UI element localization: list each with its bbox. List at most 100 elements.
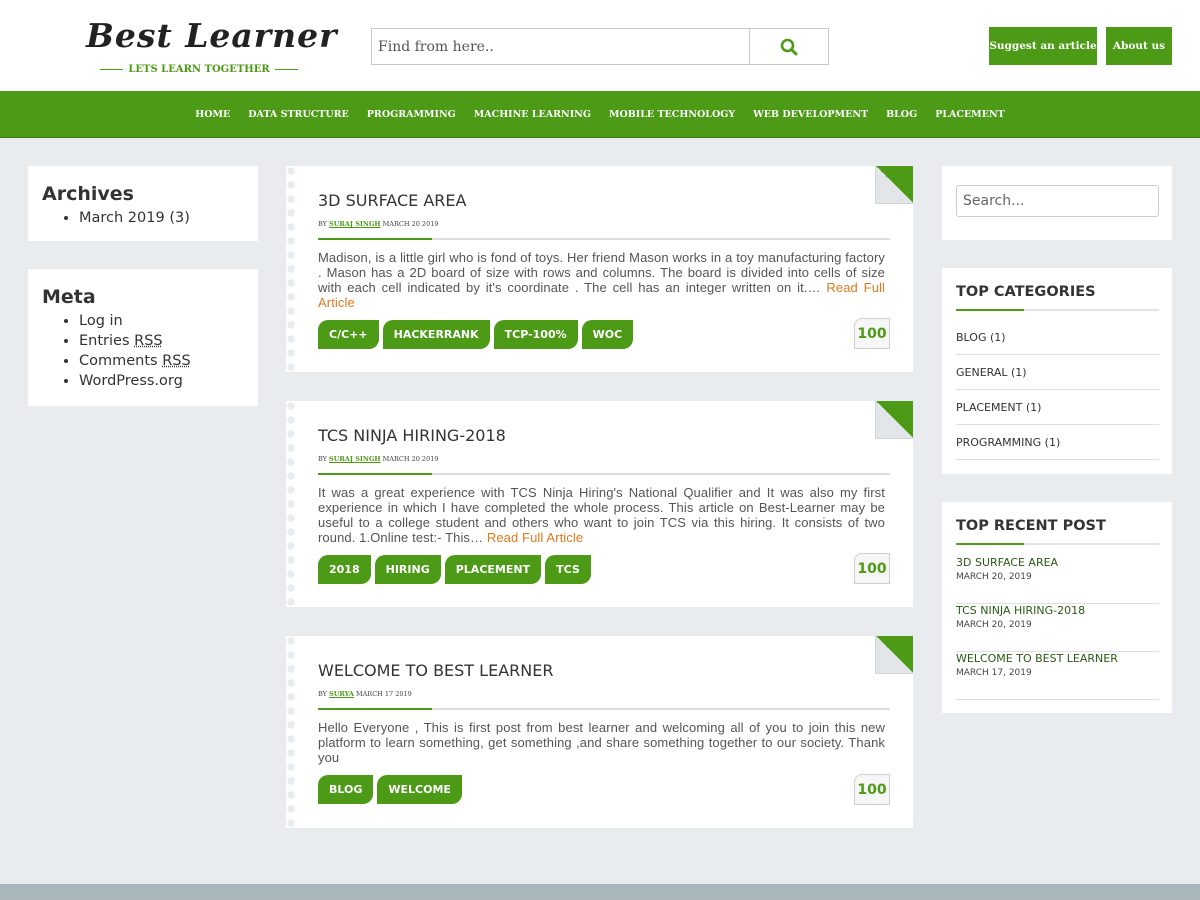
- post-divider: [318, 473, 890, 475]
- rss-abbr: RSS: [162, 353, 191, 369]
- entries-rss-link[interactable]: Entries RSS: [79, 333, 163, 349]
- site-logo[interactable]: Best Learner LETS LEARN TOGETHER: [86, 14, 338, 75]
- about-us-button[interactable]: About us: [1106, 27, 1172, 65]
- post-card: TCS NINJA HIRING-2018 BY SURAJ SINGH MAR…: [286, 401, 913, 607]
- category-item[interactable]: PROGRAMMING (1): [956, 425, 1159, 460]
- post-divider: [318, 708, 890, 710]
- comments-rss-link[interactable]: Comments RSS: [79, 353, 191, 369]
- nav-item-data-structure[interactable]: DATA STRUCTURE: [239, 109, 357, 120]
- read-more-link[interactable]: Read Full Article: [487, 530, 583, 545]
- top-categories-title: TOP CATEGORIES: [956, 284, 1096, 300]
- widget-divider: [956, 543, 1159, 545]
- widget-divider: [956, 309, 1159, 311]
- footer-bar: [0, 884, 1200, 900]
- recent-post-item[interactable]: TCS NINJA HIRING-2018 MARCH 20, 2019: [956, 604, 1159, 652]
- sidebar-search-widget: [942, 166, 1172, 240]
- post-author[interactable]: SURYA: [329, 690, 354, 698]
- post-excerpt-text: Hello Everyone , This is first post from…: [318, 720, 885, 765]
- category-label: GENERAL (1): [956, 366, 1027, 379]
- tag-button[interactable]: BLOG: [318, 775, 374, 804]
- notebook-holes: [286, 401, 296, 607]
- corner-fold-icon: [875, 401, 913, 439]
- post-by: BY: [318, 690, 327, 698]
- tag-button[interactable]: HIRING: [374, 555, 441, 584]
- post-card: WELCOME TO BEST LEARNER BY SURYA MARCH 1…: [286, 636, 913, 828]
- comments-label: Comments: [79, 353, 163, 369]
- post-title[interactable]: WELCOME TO BEST LEARNER: [318, 661, 553, 680]
- notebook-holes: [286, 166, 296, 372]
- entries-label: Entries: [79, 333, 135, 349]
- top-recent-title: TOP RECENT POST: [956, 518, 1106, 534]
- post-score-badge: 100: [854, 318, 890, 349]
- post-score-badge: 100: [854, 553, 890, 584]
- meta-widget: Meta Log in Entries RSS Comments RSS Wor…: [28, 269, 258, 406]
- tag-button[interactable]: TCS: [545, 555, 591, 584]
- post-date: MARCH 17 2019: [355, 690, 412, 698]
- category-item[interactable]: GENERAL (1): [956, 355, 1159, 390]
- post-excerpt-text: It was a great experience with TCS Ninja…: [318, 485, 885, 545]
- nav-item-blog[interactable]: BLOG: [877, 109, 926, 120]
- wordpress-link[interactable]: WordPress.org: [79, 373, 183, 389]
- category-item[interactable]: PLACEMENT (1): [956, 390, 1159, 425]
- post-tags: C/C++ HACKERRANK TCP-100% WOC: [318, 320, 634, 349]
- post-title[interactable]: 3D SURFACE AREA: [318, 191, 466, 210]
- tag-button[interactable]: WELCOME: [377, 775, 462, 804]
- post-excerpt: Hello Everyone , This is first post from…: [318, 720, 885, 765]
- tag-button[interactable]: HACKERRANK: [382, 320, 490, 349]
- nav-item-programming[interactable]: PROGRAMMING: [358, 109, 465, 120]
- archive-link[interactable]: March 2019 (3): [79, 210, 190, 226]
- recent-post-date: MARCH 20, 2019: [956, 572, 1032, 582]
- post-meta: BY SURAJ SINGH MARCH 20 2019: [318, 220, 438, 228]
- category-label: BLOG (1): [956, 331, 1006, 344]
- nav-item-mobile-technology[interactable]: MOBILE TECHNOLOGY: [600, 109, 744, 120]
- corner-fold-icon: [875, 166, 913, 204]
- recent-post-item[interactable]: WELCOME TO BEST LEARNER MARCH 17, 2019: [956, 652, 1159, 700]
- top-categories-widget: TOP CATEGORIES BLOG (1) GENERAL (1) PLAC…: [942, 268, 1172, 474]
- tag-button[interactable]: PLACEMENT: [444, 555, 542, 584]
- nav-item-home[interactable]: HOME: [186, 109, 239, 120]
- site-header: Best Learner LETS LEARN TOGETHER Suggest…: [0, 0, 1200, 91]
- post-by: BY: [318, 220, 327, 228]
- logo-text: Best Learner: [86, 16, 338, 55]
- post-excerpt-text: Madison, is a little girl who is fond of…: [318, 250, 885, 295]
- top-recent-widget: TOP RECENT POST 3D SURFACE AREA MARCH 20…: [942, 502, 1172, 713]
- meta-item: Log in: [79, 311, 244, 331]
- nav-item-machine-learning[interactable]: MACHINE LEARNING: [465, 109, 600, 120]
- recent-post-item[interactable]: 3D SURFACE AREA MARCH 20, 2019: [956, 556, 1159, 604]
- rss-abbr: RSS: [134, 333, 163, 349]
- post-divider: [318, 238, 890, 240]
- meta-title: Meta: [42, 286, 96, 308]
- tag-button[interactable]: 2018: [318, 555, 371, 584]
- header-search-button[interactable]: [750, 29, 828, 64]
- header-search-input[interactable]: [372, 29, 750, 64]
- recent-post-title: WELCOME TO BEST LEARNER: [956, 652, 1118, 665]
- corner-fold-icon: [875, 636, 913, 674]
- post-excerpt: It was a great experience with TCS Ninja…: [318, 485, 885, 545]
- tagline-text: LETS LEARN TOGETHER: [128, 64, 270, 75]
- post-date: MARCH 20 2019: [382, 220, 439, 228]
- category-label: PROGRAMMING (1): [956, 436, 1061, 449]
- post-author[interactable]: SURAJ SINGH: [329, 220, 381, 228]
- post-tags: BLOG WELCOME: [318, 775, 462, 804]
- login-link[interactable]: Log in: [79, 313, 123, 329]
- category-item[interactable]: BLOG (1): [956, 320, 1159, 355]
- nav-item-placement[interactable]: PLACEMENT: [926, 109, 1014, 120]
- archives-title: Archives: [42, 183, 134, 205]
- post-meta: BY SURAJ SINGH MARCH 20 2019: [318, 455, 438, 463]
- suggest-article-button[interactable]: Suggest an article: [989, 27, 1097, 65]
- post-title[interactable]: TCS NINJA HIRING-2018: [318, 426, 506, 445]
- main-nav: HOME DATA STRUCTURE PROGRAMMING MACHINE …: [0, 91, 1200, 138]
- sidebar-search-input[interactable]: [956, 185, 1159, 217]
- post-author[interactable]: SURAJ SINGH: [329, 455, 381, 463]
- post-meta: BY SURYA MARCH 17 2019: [318, 690, 412, 698]
- category-label: PLACEMENT (1): [956, 401, 1042, 414]
- post-tags: 2018 HIRING PLACEMENT TCS: [318, 555, 591, 584]
- recent-post-title: 3D SURFACE AREA: [956, 556, 1059, 569]
- recent-post-title: TCS NINJA HIRING-2018: [956, 604, 1086, 617]
- tag-button[interactable]: TCP-100%: [493, 320, 578, 349]
- tag-button[interactable]: WOC: [581, 320, 634, 349]
- header-search: [371, 28, 829, 65]
- tag-button[interactable]: C/C++: [318, 320, 379, 349]
- post-date: MARCH 20 2019: [382, 455, 439, 463]
- nav-item-web-development[interactable]: WEB DEVELOPMENT: [744, 109, 877, 120]
